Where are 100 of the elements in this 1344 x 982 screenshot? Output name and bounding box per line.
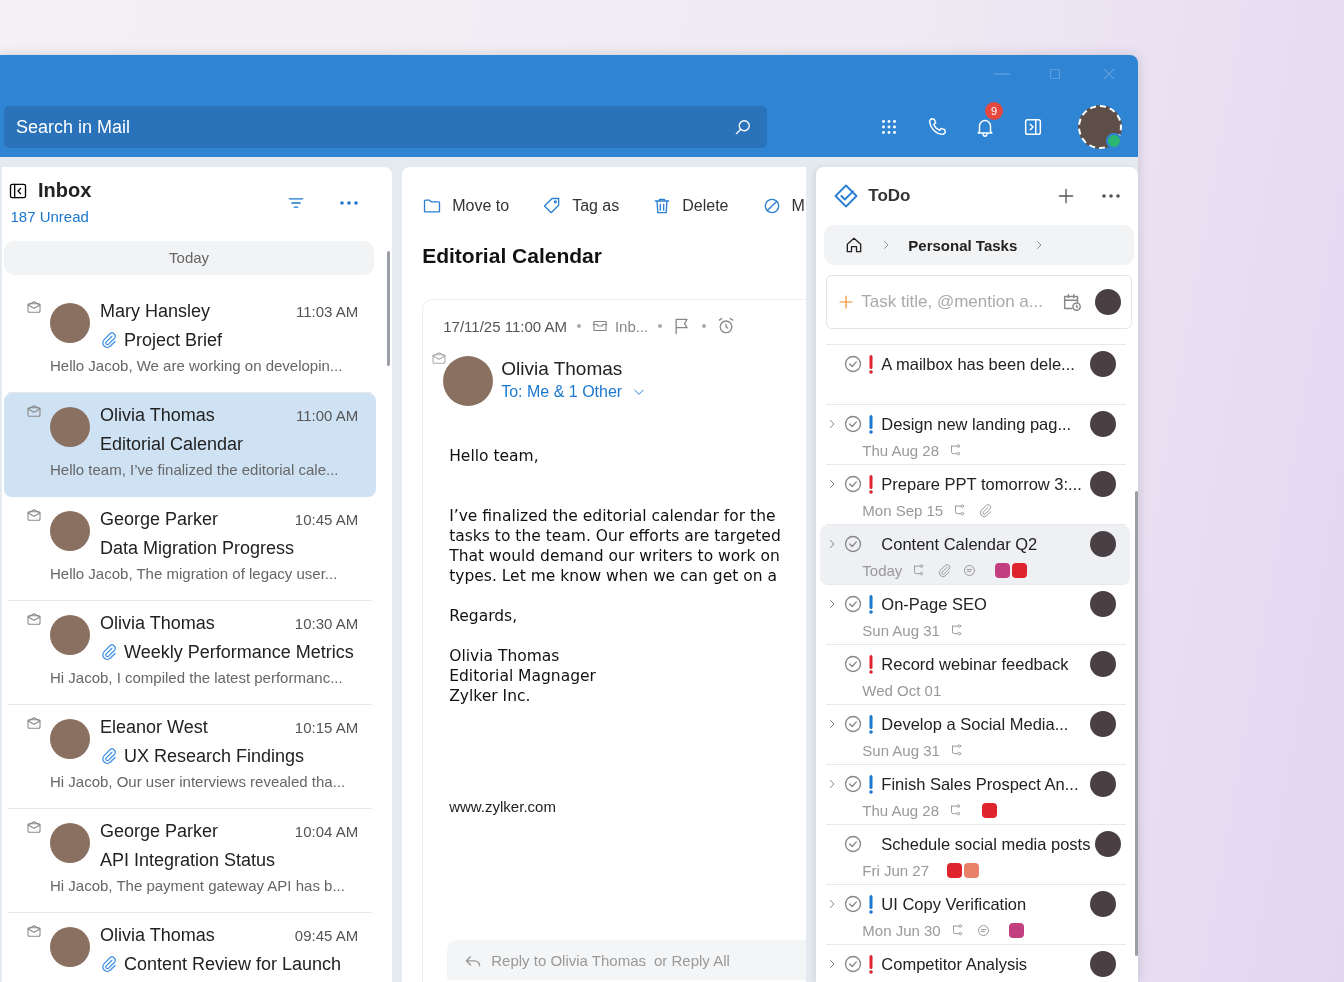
task-item[interactable]: Competitor Analysis [826,945,1126,982]
complete-checkbox[interactable] [843,834,864,854]
envelope-icon [26,611,42,627]
envelope-icon [26,299,42,315]
panel-title: ToDo [868,186,911,206]
due-date: Fri Jun 27 [862,861,929,879]
mail-subject: Editorial Calendar [100,433,244,455]
task-item[interactable]: UI Copy Verification Mon Jun 30 [826,885,1126,945]
add-button[interactable] [1056,186,1076,206]
mail-item[interactable]: Olivia Thomas 10:30 AM Weekly Performance Metrics Hi Jacob, I compiled the latest performanc... [8,601,373,705]
task-title: On-Page SEO [881,594,987,614]
avatar-photo [50,719,90,759]
complete-checkbox[interactable] [843,774,864,794]
body-paragraph: I’ve finalized the editorial calendar for the tasks to the team. Our efforts are targeted That would demand our writers to work on types. Let me know when we can get on a [449,506,782,586]
assignee-avatar [1090,471,1116,497]
task-item[interactable]: Content Calendar Q2 Today [820,525,1130,585]
task-title: Design new landing pag... [881,414,1072,434]
assignee-avatar [1090,531,1116,557]
mail-time: 09:45 AM [294,926,359,946]
task-item[interactable]: Design new landing pag... Thu Aug 28 [826,405,1126,465]
side-panel-button[interactable] [1022,116,1044,138]
complete-checkbox[interactable] [843,414,864,434]
mail-time: 11:00 AM [295,406,359,426]
task-title: Record webinar feedback [881,654,1069,674]
envelope-icon [26,715,42,731]
assignee-avatar [1090,891,1116,917]
profile-avatar[interactable] [1078,105,1122,149]
mail-item[interactable]: Eleanor West 10:15 AM UX Research Findings Hi Jacob, Our user interviews revealed tha... [8,705,373,809]
task-item[interactable]: Schedule social media posts Fri Jun 27 [826,825,1126,885]
task-title: Competitor Analysis [881,954,1028,974]
due-date: Wed Oct 01 [862,681,942,699]
mail-time: 10:45 AM [294,510,359,530]
toolbar-button[interactable]: Tag as [542,191,620,221]
task-title: Content Calendar Q2 [881,534,1038,554]
complete-checkbox[interactable] [843,714,864,734]
task-title: A mailbox has been dele... [881,354,1075,374]
task-item[interactable]: Develop a Social Media... Sun Aug 31 [826,705,1126,765]
recipients-link[interactable]: To: Me & 1 Other [501,383,647,401]
more-icon [1102,194,1120,198]
sender-name: Olivia Thomas [100,924,215,947]
mail-item[interactable]: Olivia Thomas 11:00 AM Editorial Calendar Hello team, I’ve finalized the editorial cale... [4,393,377,497]
mail-item[interactable]: George Parker 10:04 AM API Integration Status Hi Jacob, The payment gateway API has b... [8,809,373,913]
sender-name: Olivia Thomas [100,612,215,635]
mail-time: 10:30 AM [294,614,359,634]
task-title: Prepare PPT tomorrow 3:... [881,474,1082,494]
phone-button[interactable] [926,116,948,138]
assignee-avatar [1090,711,1116,737]
calendar-clock-icon [1061,291,1083,313]
toolbar-button[interactable]: M [761,191,805,221]
avatar-photo [50,927,90,967]
task-item[interactable]: Record webinar feedback Wed Oct 01 [826,645,1126,705]
unread-count-link[interactable]: 187 Unread [8,208,92,225]
mail-preview: Hello team, I’ve finalized the editorial cale... [50,461,340,478]
search-button[interactable] [733,117,753,137]
folder-title: Inbox [38,179,92,202]
task-title: Finish Sales Prospect An... [881,774,1079,794]
avatar-photo [443,356,494,406]
task-title: Schedule social media posts [881,834,1091,854]
check-circle-icon [843,834,864,854]
mail-subject: API Integration Status [100,849,276,871]
assignee-avatar [1090,351,1116,377]
toolbar-button[interactable]: Delete [652,191,729,221]
check-circle-icon [843,354,864,374]
complete-checkbox[interactable] [843,594,864,614]
task-item[interactable]: Finish Sales Prospect An... Thu Aug 28 [826,765,1126,825]
task-item[interactable]: A mailbox has been dele... [826,345,1126,405]
assignee-avatar [1090,771,1116,797]
check-circle-icon [843,474,864,494]
search-field[interactable]: Search in Mail [4,106,767,148]
complete-checkbox[interactable] [843,894,864,914]
mail-subject: Content Review for Launch [124,953,342,975]
check-circle-icon [843,654,864,674]
complete-checkbox[interactable] [843,474,864,494]
task-title: UI Copy Verification [881,894,1027,914]
body-paragraph: Regards, [449,606,519,626]
complete-checkbox[interactable] [843,354,864,374]
body-paragraph: Olivia Thomas Editorial Magnager Zylker Inc. [449,646,597,706]
breadcrumb-link[interactable]: Personal Tasks [908,236,1018,254]
email-subject: Editorial Calendar [422,244,603,268]
complete-checkbox[interactable] [843,954,864,974]
task-title: Develop a Social Media... [881,714,1069,734]
side-panel-icon [1022,116,1044,138]
sender-name: Mary Hansley [100,300,211,323]
complete-checkbox[interactable] [843,654,864,674]
task-item[interactable]: On-Page SEO Sun Aug 31 [826,585,1126,645]
envelope-icon [431,350,448,366]
sender-name: George Parker [100,820,219,843]
mail-item[interactable]: Olivia Thomas 09:45 AM Content Review for Launch [8,913,373,982]
avatar-photo [50,615,90,655]
folder-name: Inb... [614,317,649,335]
assignee-avatar [1095,831,1122,857]
envelope-icon [26,403,42,419]
mail-item[interactable]: George Parker 10:45 AM Data Migration Progress Hello Jacob, The migration of legacy user... [8,497,373,601]
complete-checkbox[interactable] [843,534,864,554]
due-date: Mon Sep 15 [862,501,944,519]
notification-badge: 9 [985,102,1003,120]
toolbar-button[interactable]: Move to [422,191,510,221]
envelope-icon [26,507,42,523]
mail-preview: Hi Jacob, Our user interviews revealed tha... [50,773,347,790]
more-icon [340,201,359,205]
